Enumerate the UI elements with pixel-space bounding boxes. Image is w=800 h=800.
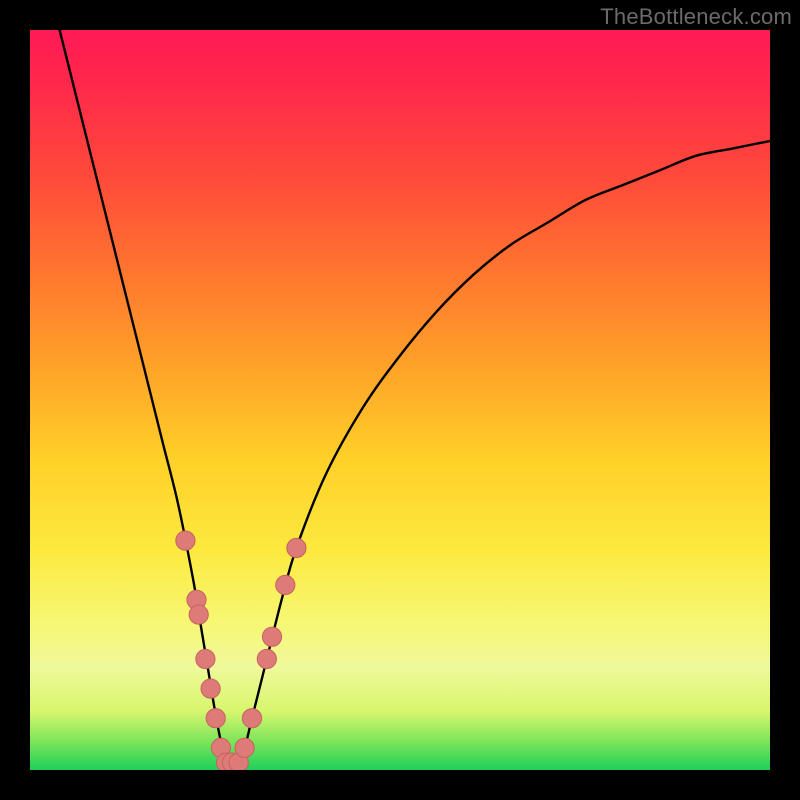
curve-marker: [287, 538, 306, 557]
curve-marker: [262, 627, 281, 646]
curve-markers: [176, 531, 306, 770]
curve-marker: [201, 679, 220, 698]
curve-marker: [206, 709, 225, 728]
chart-overlay: [30, 30, 770, 770]
curve-marker: [196, 649, 215, 668]
curve-marker: [276, 575, 295, 594]
curve-marker: [242, 709, 261, 728]
bottleneck-curve: [60, 30, 770, 764]
plot-area: [30, 30, 770, 770]
curve-marker: [189, 605, 208, 624]
watermark-text: TheBottleneck.com: [600, 4, 792, 30]
curve-marker: [257, 649, 276, 668]
curve-marker: [235, 738, 254, 757]
chart-stage: TheBottleneck.com: [0, 0, 800, 800]
curve-marker: [176, 531, 195, 550]
